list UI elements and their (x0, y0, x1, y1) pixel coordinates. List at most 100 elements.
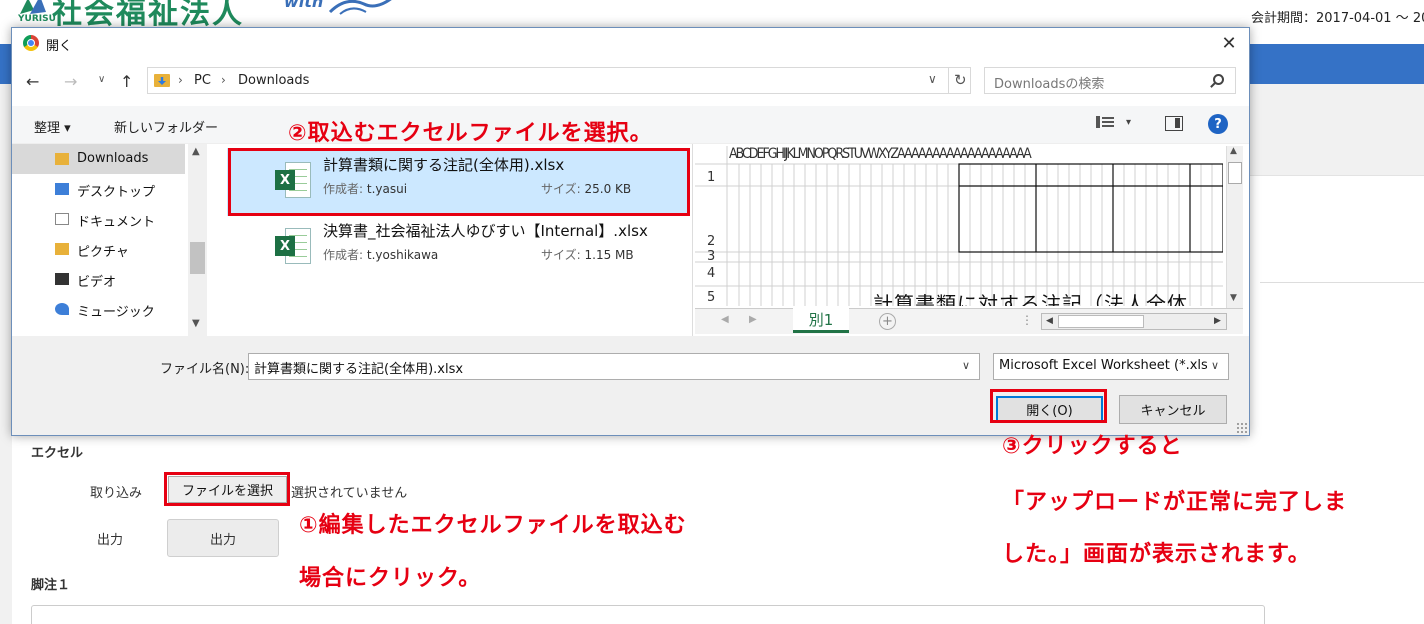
nav-item-label: ビデオ (77, 275, 117, 290)
preview-pane: ABCDEFGHIJKLMNOPQRSTUVWXYZAAAAAAAAAAAAAA… (692, 144, 1245, 336)
breadcrumb-chevron-icon[interactable]: › (178, 73, 183, 87)
nav-item-music[interactable]: ミュージック (12, 294, 185, 324)
close-icon[interactable]: ✕ (1210, 28, 1248, 58)
row-number: 1 (707, 170, 716, 185)
excel-section-heading: エクセル (31, 446, 84, 461)
fiscal-period: 会計期間：2017-04-01 ～ 20 (1251, 11, 1424, 26)
downloads-icon (55, 153, 69, 165)
spreadsheet-preview: ABCDEFGHIJKLMNOPQRSTUVWXYZAAAAAAAAAAAAAA… (695, 146, 1223, 306)
highlight-box-file (228, 148, 690, 216)
new-folder-button[interactable]: 新しいフォルダー (114, 117, 218, 136)
preview-horizontal-scrollbar[interactable]: ◀ ▶ (1041, 313, 1227, 330)
highlight-box-open-button (990, 389, 1107, 423)
file-type-value: Microsoft Excel Worksheet (*.xlsx) (999, 358, 1207, 373)
nav-item-documents[interactable]: ドキュメント (12, 204, 185, 234)
tab-prev-icon[interactable]: ◀ (721, 314, 729, 325)
logo-bird-icon (328, 0, 392, 15)
annotation-step1-line1: ①編集したエクセルファイルを取込む (299, 513, 687, 538)
preview-vertical-scrollbar[interactable]: ▲ ▼ (1226, 146, 1243, 308)
sheet-tab[interactable]: 別1 (793, 308, 849, 333)
dialog-titlebar: 開く ✕ (12, 28, 1249, 58)
import-label: 取り込み (90, 486, 143, 501)
preview-sheet-title: 計算書類に対する注記（法人全体 (873, 292, 1188, 306)
tab-splitter-icon[interactable]: ⋮ (1021, 313, 1033, 327)
back-arrow-icon[interactable]: ← (26, 72, 39, 91)
output-button[interactable]: 出力 (167, 519, 279, 557)
scroll-up-icon[interactable]: ▲ (192, 146, 200, 157)
annotation-step1-line2: 場合にクリック。 (299, 566, 482, 591)
scroll-thumb[interactable] (1058, 315, 1144, 328)
file-row[interactable]: X 決算書_社会福祉法人ゆびすい【Internal】.xlsx 作成者: t.y… (227, 214, 687, 282)
pictures-icon (55, 243, 69, 255)
chrome-icon (23, 35, 39, 51)
content-card-right (1260, 282, 1424, 624)
search-box[interactable]: Downloadsの検索 (984, 67, 1236, 94)
view-options-dropdown-icon[interactable]: ▾ (1126, 117, 1131, 128)
breadcrumb-chevron-icon[interactable]: › (221, 73, 226, 87)
sheet-tab-bar: ◀ ▶ 別1 + ⋮ ◀ ▶ (695, 308, 1243, 334)
nav-item-label: デスクトップ (77, 185, 156, 200)
output-label: 出力 (97, 533, 124, 548)
column-header: ABCDEFGHIJKLMNOPQRSTUVWXYZAAAAAAAAAAAAAA… (729, 146, 1032, 162)
scroll-right-icon[interactable]: ▶ (1214, 316, 1221, 326)
row-number: 4 (707, 266, 716, 281)
address-dropdown-icon[interactable]: ∨ (928, 72, 937, 86)
row-number: 5 (707, 290, 716, 305)
scroll-thumb[interactable] (1228, 162, 1242, 184)
logo-subtext: YURISU (18, 14, 56, 24)
file-type-select[interactable]: Microsoft Excel Worksheet (*.xlsx) ∨ (993, 353, 1229, 380)
nav-item-downloads[interactable]: Downloads (12, 144, 185, 174)
nav-item-label: ミュージック (77, 305, 155, 320)
tab-next-icon[interactable]: ▶ (749, 314, 757, 325)
dialog-title: 開く (46, 39, 73, 54)
scroll-down-icon[interactable]: ▼ (1230, 293, 1237, 303)
footnote-textarea[interactable] (31, 605, 1265, 624)
videos-icon (55, 273, 69, 285)
file-size: サイズ: 1.15 MB (541, 248, 634, 262)
downloads-folder-icon (154, 74, 170, 87)
file-name-input[interactable]: 計算書類に関する注記(全体用).xlsx ∨ (248, 353, 980, 380)
nav-item-label: ドキュメント (77, 215, 156, 230)
refresh-icon[interactable]: ↻ (954, 71, 967, 89)
add-sheet-icon[interactable]: + (879, 313, 896, 330)
row-number: 2 (707, 234, 716, 249)
breadcrumb-pc[interactable]: PC (194, 73, 211, 88)
preview-pane-icon[interactable] (1165, 116, 1183, 131)
footnote-heading: 脚注１ (31, 578, 71, 593)
music-icon (55, 303, 69, 315)
nav-item-label: ピクチャ (77, 245, 129, 260)
annotation-step3-line2: 「アップロードが正常に完了しま (1002, 490, 1348, 515)
dialog-navigation-row: ← → ∨ ↑ › PC › Downloads ∨ ↻ Downloadsの検… (12, 64, 1249, 98)
file-name-label: ファイル名(N): (160, 362, 250, 377)
scroll-up-icon[interactable]: ▲ (1230, 146, 1237, 156)
scroll-left-icon[interactable]: ◀ (1046, 316, 1053, 326)
nav-item-label: Downloads (77, 151, 149, 166)
file-name: 決算書_社会福祉法人ゆびすい【Internal】.xlsx (323, 222, 648, 240)
address-bar[interactable]: › PC › Downloads ∨ ↻ (147, 67, 971, 94)
up-arrow-icon[interactable]: ↑ (120, 72, 133, 91)
help-icon[interactable]: ? (1208, 114, 1228, 134)
desktop-icon (55, 183, 69, 195)
forward-arrow-icon[interactable]: → (64, 72, 77, 91)
chevron-down-icon[interactable]: ∨ (1211, 359, 1220, 372)
file-author: 作成者: t.yoshikawa (323, 248, 439, 262)
scroll-down-icon[interactable]: ▼ (192, 318, 200, 329)
resize-grip-icon[interactable] (1236, 422, 1248, 434)
scroll-thumb[interactable] (190, 242, 205, 274)
search-icon[interactable] (1213, 74, 1224, 85)
navigation-pane-scrollbar[interactable]: ▲ ▼ (188, 144, 207, 336)
recent-locations-chevron-icon[interactable]: ∨ (98, 74, 105, 85)
no-file-selected-text: 選択されていません (291, 486, 408, 501)
annotation-step3-line3: した。」画面が表示されます。 (1002, 542, 1311, 567)
organize-menu-button[interactable]: 整理 ▾ (34, 117, 71, 136)
file-name-value: 計算書類に関する注記(全体用).xlsx (254, 362, 464, 377)
cancel-button[interactable]: キャンセル (1119, 395, 1227, 424)
annotation-step2: ②取込むエクセルファイルを選択。 (288, 121, 653, 146)
nav-item-desktop[interactable]: デスクトップ (12, 174, 185, 204)
chevron-down-icon[interactable]: ∨ (962, 359, 970, 372)
nav-item-pictures[interactable]: ピクチャ (12, 234, 185, 264)
view-options-icon[interactable] (1096, 115, 1114, 133)
nav-item-videos[interactable]: ビデオ (12, 264, 185, 294)
search-placeholder: Downloadsの検索 (994, 77, 1105, 92)
breadcrumb-downloads[interactable]: Downloads (238, 73, 309, 88)
